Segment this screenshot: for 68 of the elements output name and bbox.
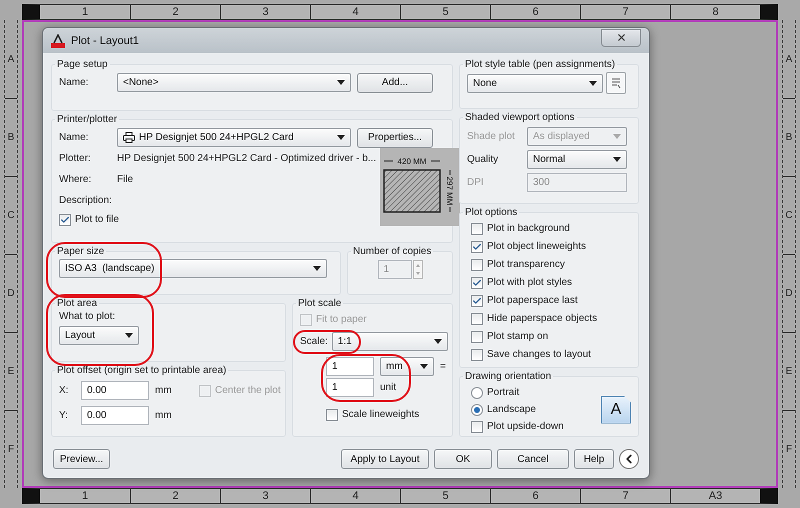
plot-style-dropdown[interactable]: None [467, 74, 603, 92]
group-title: Plot style table (pen assignments) [464, 59, 616, 70]
properties-button[interactable]: Properties... [357, 128, 433, 148]
add-button[interactable]: Add... [357, 72, 433, 92]
bottom-ruler: 1 2 3 4 5 6 7 A3 [22, 488, 778, 504]
field-label: Plotter: [59, 153, 92, 164]
unit-label: mm [155, 410, 172, 421]
paper-preview-drawing: 420 MM 297 MM [380, 148, 460, 226]
group-title: Printer/plotter [56, 114, 118, 125]
unit-label: unit [380, 382, 396, 393]
checkbox-label[interactable]: Plot paperspace last [487, 295, 578, 306]
field-label: Shade plot [467, 131, 516, 142]
x-offset-field[interactable]: 0.00 [81, 381, 149, 400]
group-title: Plot offset (origin set to printable area) [56, 365, 228, 376]
checkbox-label[interactable]: Plot stamp on [487, 331, 548, 342]
group-title: Plot scale [297, 298, 342, 309]
field-label: X: [59, 385, 70, 396]
dialog-button[interactable]: Cancel [497, 449, 569, 469]
checkbox-label[interactable]: Plot object lineweights [487, 241, 586, 252]
field-label: DPI [467, 177, 485, 188]
preview-button[interactable]: Preview... [53, 449, 110, 469]
equals-sign: = [440, 361, 446, 372]
group-title: Shaded viewport options [464, 112, 576, 123]
checkbox-label[interactable]: Plot transparency [487, 259, 565, 270]
plotter-value: HP Designjet 500 24+HPGL2 Card - Optimized driver - b... [117, 153, 376, 164]
group-title: Plot options [464, 207, 518, 218]
y-offset-field[interactable]: 0.00 [81, 406, 149, 425]
checkbox-label[interactable]: Save changes to layout [487, 349, 591, 360]
what-to-plot-dropdown[interactable]: Layout [59, 326, 139, 345]
unit-label: mm [155, 385, 173, 396]
field-label: What to plot: [59, 311, 116, 322]
field-label: Description: [59, 195, 112, 206]
checkbox-label[interactable]: Plot to file [75, 214, 119, 225]
group-title: Paper size [56, 246, 106, 257]
checkbox-label[interactable]: Plot in background [487, 223, 570, 234]
top-ruler: 1 2 3 4 5 6 7 8 [22, 4, 778, 20]
radio-label[interactable]: Portrait [487, 387, 520, 398]
group-title: Page setup [56, 59, 109, 70]
field-label: Y: [59, 410, 69, 421]
checkbox-label[interactable]: Plot upside-down [487, 421, 564, 432]
side-ruler: A B C D E F [782, 20, 796, 488]
scale-value-field[interactable]: 1 [326, 357, 374, 376]
side-ruler: A B C D E F [4, 20, 18, 488]
page-orientation-icon: A [601, 396, 631, 424]
paper-size-dropdown[interactable]: ISO A3 (landscape) [59, 259, 327, 278]
window-title: Plot - Layout1 [71, 34, 140, 46]
page-setup-dropdown[interactable]: <None> [117, 73, 351, 92]
where-value: File [117, 174, 134, 185]
group-title: Plot area [56, 298, 98, 309]
dialog-button[interactable]: Apply to Layout [341, 449, 429, 469]
dialog-button[interactable]: Help [574, 449, 614, 469]
scale-value-field[interactable]: 1 [326, 378, 374, 397]
field-label: Quality [467, 154, 500, 165]
radio-label[interactable]: Landscape [487, 404, 536, 415]
group-title: Drawing orientation [464, 371, 552, 382]
option-dropdown[interactable]: Normal [527, 150, 627, 169]
scale-dropdown[interactable]: 1:1 [332, 332, 448, 351]
group-title: Number of copies [352, 246, 432, 257]
printer-dropdown[interactable]: HP Designjet 500 24+HPGL2 Card [117, 128, 351, 147]
unit-dropdown[interactable]: mm [380, 357, 434, 376]
checkbox-label[interactable]: Plot with plot styles [487, 277, 572, 288]
checkbox-label[interactable]: Scale lineweights [342, 409, 420, 420]
field-label: Where: [59, 174, 92, 185]
checkbox-label[interactable]: Hide paperspace objects [487, 313, 598, 324]
field-label: Scale: [300, 336, 328, 347]
field-label: Name: [59, 132, 90, 143]
dialog-button[interactable]: OK [434, 449, 492, 469]
field-label: Name: [59, 77, 90, 88]
